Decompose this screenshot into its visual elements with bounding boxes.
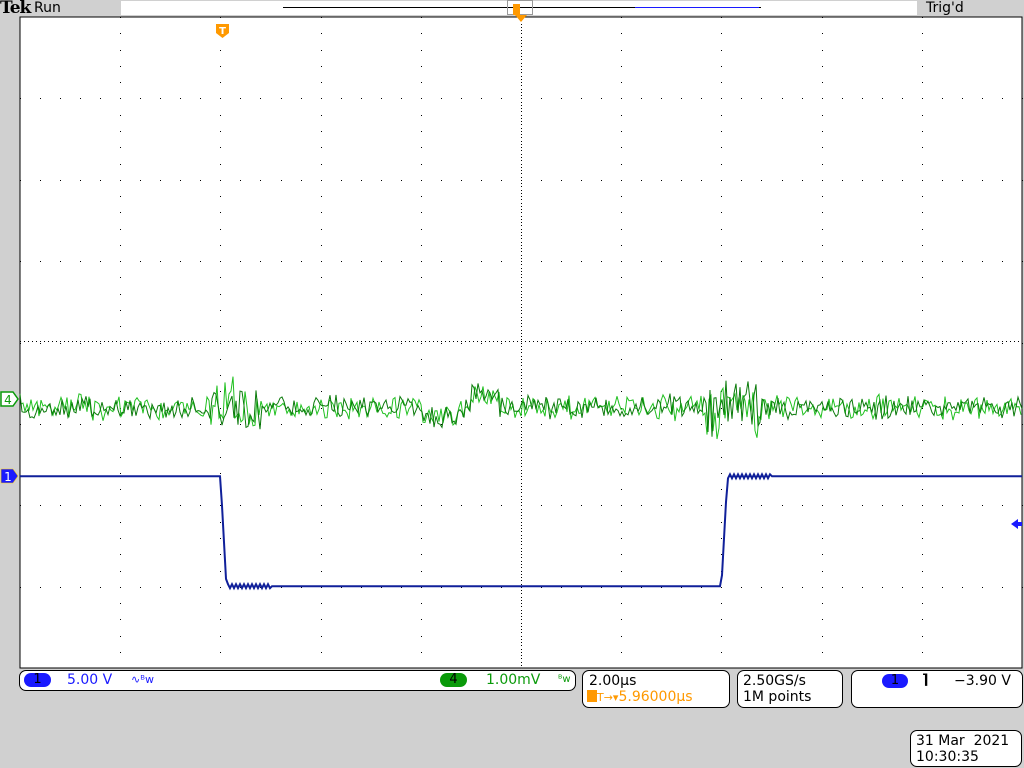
svg-text:1: 1 [4, 470, 12, 484]
ch1-scale[interactable]: 5.00 V [67, 672, 112, 688]
ch4-scale[interactable]: 1.00mV [486, 672, 540, 688]
ch4-ground-marker: 4 [0, 391, 19, 407]
ch1-bandwidth-limit-icon: ∿ᴮw [131, 673, 154, 686]
record-length: 1M points [743, 689, 812, 705]
waveform-display: T 4 1 [0, 4, 1023, 669]
trigger-level: −3.90 V [954, 673, 1011, 689]
graticule-frame [19, 16, 1023, 669]
trigger-overview-icon [513, 4, 520, 15]
timebase-readout[interactable]: 2.00µs T→▾5.96000µs [582, 670, 730, 708]
trigger-readout[interactable]: 1 ⌉ −3.90 V [851, 670, 1023, 708]
acquisition-readout[interactable]: 2.50GS/s 1M points [737, 670, 843, 708]
trigger-position: T→▾5.96000µs [587, 689, 693, 706]
channel-readout-bar[interactable]: 1 5.00 V ∿ᴮw 4 1.00mV ᴮw [19, 670, 576, 691]
time: 10:30:35 [916, 749, 979, 765]
ch1-badge[interactable]: 1 [24, 673, 51, 687]
horizontal-scale: 2.00µs [589, 673, 637, 689]
date: 31 Mar 2021 [916, 733, 1010, 749]
svg-text:4: 4 [4, 393, 12, 407]
sample-rate: 2.50GS/s [743, 673, 806, 689]
svg-text:T: T [219, 26, 226, 37]
falling-edge-icon: ⌉ [922, 672, 929, 688]
trigger-source-badge: 1 [882, 674, 908, 688]
datetime-readout[interactable]: 31 Mar 2021 10:30:35 [910, 730, 1022, 767]
ch4-badge[interactable]: 4 [440, 673, 467, 687]
ch1-ground-marker: 1 [0, 468, 19, 484]
trigger-icon [587, 690, 597, 702]
ch4-bandwidth-limit-icon: ᴮw [558, 674, 571, 685]
